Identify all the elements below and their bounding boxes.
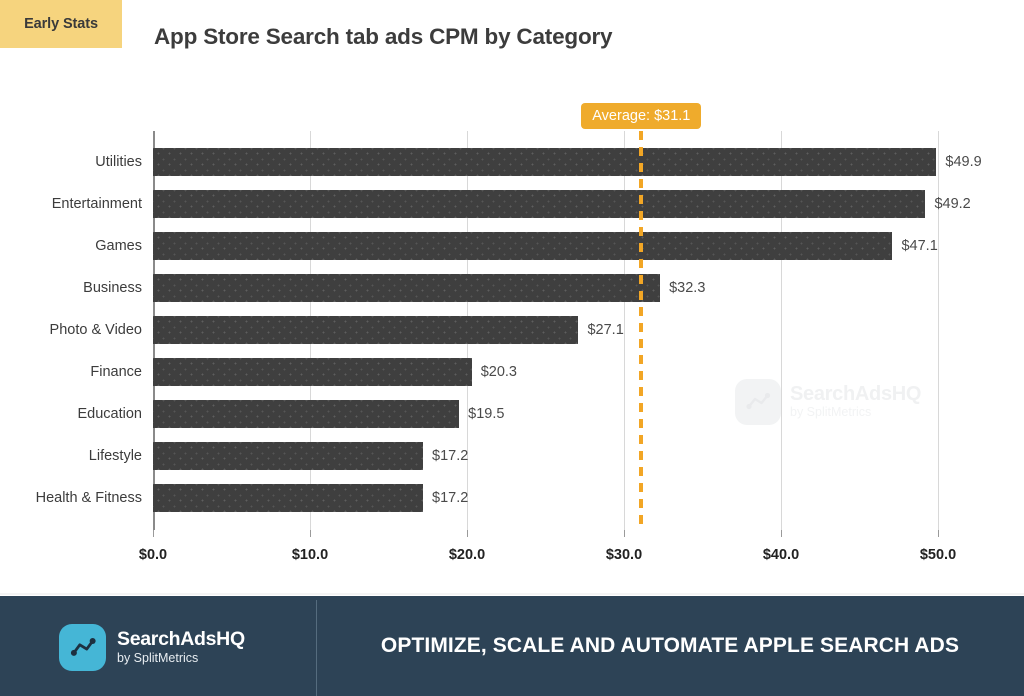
x-tick-mark [153, 530, 154, 537]
bar-value-label: $17.2 [432, 448, 468, 464]
bar [153, 442, 423, 470]
category-label: Health & Fitness [36, 490, 142, 506]
x-tick-label: $40.0 [763, 547, 799, 563]
footer-logo-subtitle: by SplitMetrics [117, 650, 245, 666]
x-tick-label: $30.0 [606, 547, 642, 563]
bar-row: $19.5 [0, 400, 1024, 428]
category-label: Entertainment [52, 196, 142, 212]
bar-value-label: $49.2 [934, 196, 970, 212]
bar-row: $49.9 [0, 148, 1024, 176]
bar-row: $27.1 [0, 316, 1024, 344]
chart-line-icon [59, 624, 106, 671]
bar-value-label: $47.1 [901, 238, 937, 254]
bar [153, 148, 936, 176]
bar-row: $49.2 [0, 190, 1024, 218]
x-tick-mark [624, 530, 625, 537]
bar [153, 232, 892, 260]
x-tick-label: $10.0 [292, 547, 328, 563]
bar-row: $32.3 [0, 274, 1024, 302]
footer-tagline: OPTIMIZE, SCALE AND AUTOMATE APPLE SEARC… [316, 596, 1024, 696]
bar-row: $17.2 [0, 442, 1024, 470]
x-tick-mark [467, 530, 468, 537]
bar-row: $47.1 [0, 232, 1024, 260]
bar-value-label: $49.9 [945, 154, 981, 170]
x-tick-label: $0.0 [139, 547, 167, 563]
x-tick-mark [938, 530, 939, 537]
x-tick-mark [310, 530, 311, 537]
category-label: Education [78, 406, 143, 422]
bar-value-label: $19.5 [468, 406, 504, 422]
average-badge: Average: $31.1 [581, 103, 701, 129]
bar-value-label: $32.3 [669, 280, 705, 296]
category-label: Utilities [95, 154, 142, 170]
chart-page: Early Stats App Store Search tab ads CPM… [0, 0, 1024, 696]
bar [153, 190, 925, 218]
footer-logo: SearchAdsHQ by SplitMetrics [59, 624, 245, 671]
category-label: Games [95, 238, 142, 254]
average-line [639, 131, 643, 530]
footer-logo-text: SearchAdsHQ by SplitMetrics [117, 629, 245, 667]
bar-row: $20.3 [0, 358, 1024, 386]
footer-top-hairline [0, 593, 1024, 595]
bar [153, 274, 660, 302]
bar-value-label: $27.1 [587, 322, 623, 338]
bar [153, 358, 472, 386]
x-tick-mark [781, 530, 782, 537]
category-label: Business [83, 280, 142, 296]
chart-plot-wrap: $49.9 $49.2 $47.1 $32.3 $27.1 $20.3 $19.5 $17.2… [0, 0, 1024, 596]
bar-value-label: $20.3 [481, 364, 517, 380]
bar-row: $17.2 [0, 484, 1024, 512]
footer-logo-name: SearchAdsHQ [117, 629, 245, 650]
bar [153, 484, 423, 512]
x-tick-label: $20.0 [449, 547, 485, 563]
x-tick-label: $50.0 [920, 547, 956, 563]
bar-value-label: $17.2 [432, 490, 468, 506]
bar [153, 400, 459, 428]
category-label: Lifestyle [89, 448, 142, 464]
category-label: Finance [90, 364, 142, 380]
category-label: Photo & Video [50, 322, 142, 338]
bar [153, 316, 578, 344]
